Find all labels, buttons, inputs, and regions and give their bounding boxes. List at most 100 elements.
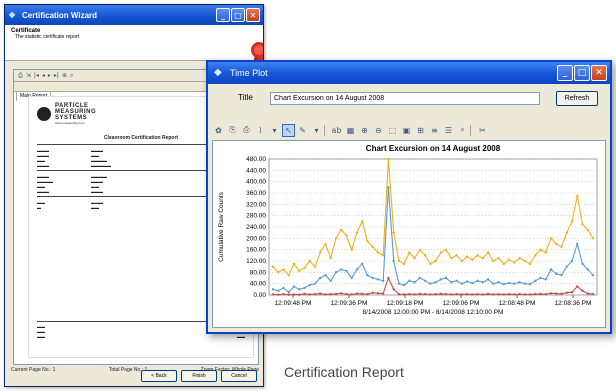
image-icon[interactable]: ▣ <box>400 124 413 137</box>
zoom-icon[interactable]: ⊕ <box>62 72 67 79</box>
select-icon[interactable]: ⬚ <box>386 124 399 137</box>
y-tick-label: 80.00 <box>250 269 267 276</box>
series-1-point <box>534 254 537 257</box>
series-2-point <box>439 278 443 281</box>
series-2-point <box>392 259 395 263</box>
series-1-point <box>497 256 500 260</box>
series-1-point <box>450 256 453 260</box>
print-icon[interactable]: ⎙ <box>18 72 23 80</box>
series-1-point <box>366 239 369 243</box>
y-tick-label: 240.00 <box>246 224 266 231</box>
tools-icon[interactable]: ✂ <box>476 124 489 137</box>
chart-title-input[interactable] <box>270 92 540 105</box>
dropdown-arrow-icon[interactable]: ▾ <box>268 124 281 137</box>
maximize-icon[interactable]: □ <box>574 65 590 81</box>
maximize-icon[interactable]: □ <box>231 8 245 22</box>
zoom-in-icon[interactable]: ⊕ <box>358 124 371 137</box>
series-3-point <box>366 292 369 296</box>
series-2-point <box>366 273 369 277</box>
series-2-point <box>334 271 338 274</box>
refresh-button[interactable]: Refresh <box>556 91 598 106</box>
series-2-point <box>460 282 464 285</box>
series-3-point <box>528 293 532 296</box>
series-3-point <box>439 292 443 296</box>
series-1-point <box>513 261 516 264</box>
back-button[interactable]: < Back <box>141 370 177 382</box>
x-range-label: 8/14/2008 12:00:00 PM - 8/14/2008 12:10:… <box>363 309 504 316</box>
series-3-point <box>465 292 469 296</box>
last-page-icon[interactable]: ▸| <box>54 72 59 79</box>
series-3-point <box>523 293 527 296</box>
finish-button[interactable]: Finish <box>181 370 217 382</box>
series-2-point <box>376 278 380 281</box>
series-2-point <box>413 281 416 284</box>
time-plot-title-bar[interactable]: ◆ Time Plot <box>208 62 610 84</box>
first-page-icon[interactable]: |◂ <box>34 72 39 79</box>
chart-title-row: Title Refresh <box>208 90 610 108</box>
export-icon[interactable]: ⇲ <box>26 72 31 79</box>
company-website: www.pmeasuring.com <box>55 121 85 125</box>
series-3-point <box>324 293 327 296</box>
series-1-point <box>565 231 568 234</box>
search-icon[interactable]: ⌕ <box>456 124 469 137</box>
logo-mark-icon <box>37 107 51 121</box>
series-2-point <box>324 273 327 277</box>
dropdown-arrow-icon[interactable]: ▾ <box>310 124 323 137</box>
prev-page-icon[interactable]: ◂ <box>42 72 45 79</box>
series-2-point <box>544 278 547 281</box>
legend-icon[interactable]: ≡ <box>428 124 441 137</box>
series-3-point <box>591 292 595 296</box>
x-tick-label: 12:09:36 PM <box>331 300 368 307</box>
properties-icon[interactable]: ☰ <box>442 124 455 137</box>
x-tick-label: 12:09:18 PM <box>387 300 424 307</box>
series-1-point <box>277 271 280 274</box>
series-3-point <box>497 292 500 296</box>
series-3-point <box>507 292 511 296</box>
time-plot-title: Time Plot <box>230 68 268 78</box>
series-3-point <box>544 292 547 296</box>
series-3-point <box>492 293 495 296</box>
series-1-point <box>355 231 359 234</box>
next-page-icon[interactable]: ▸ <box>48 72 51 79</box>
caption-text: Certification Report <box>284 364 404 380</box>
text-icon[interactable]: ab <box>330 124 343 137</box>
series-2-point <box>355 268 359 271</box>
series-1-point <box>460 259 464 263</box>
chart-type-icon[interactable]: ⌇ <box>254 124 267 137</box>
series-1-point <box>476 254 479 257</box>
series-1-point <box>402 262 406 266</box>
series-2-point <box>339 268 343 271</box>
close-icon[interactable]: ✕ <box>246 8 260 22</box>
series-3-point <box>329 292 332 296</box>
x-tick-label: 12:08:36 PM <box>555 300 592 307</box>
y-tick-label: 360.00 <box>246 190 266 197</box>
series-1-point <box>408 251 411 254</box>
palette-icon[interactable]: ✿ <box>212 124 225 137</box>
chart-title: Chart Excursion on 14 August 2008 <box>366 144 501 153</box>
series-3-point <box>298 293 301 296</box>
zoom-out-icon[interactable]: ⊖ <box>372 124 385 137</box>
series-2-point <box>450 281 453 284</box>
series-1-point <box>581 222 584 226</box>
close-icon[interactable]: ✕ <box>591 65 607 81</box>
series-2-point <box>402 283 406 287</box>
series-1-point <box>313 265 317 268</box>
copy-icon[interactable]: ⎘ <box>226 124 239 137</box>
series-2-point <box>560 273 563 277</box>
pen-icon[interactable]: ✎ <box>296 124 309 137</box>
app-icon: ◆ <box>9 10 16 19</box>
minimize-icon[interactable]: _ <box>216 8 230 22</box>
find-icon[interactable]: ⌕ <box>70 72 73 80</box>
series-2-point <box>502 283 506 286</box>
series-2-point <box>523 282 527 285</box>
y-tick-label: 40.00 <box>250 281 267 288</box>
minimize-icon[interactable]: _ <box>557 65 573 81</box>
pointer-icon[interactable]: ↖ <box>282 123 295 137</box>
cancel-button[interactable]: Cancel <box>221 370 257 382</box>
series-1-point <box>591 237 595 240</box>
x-tick-label: 12:08:48 PM <box>499 300 536 307</box>
print-icon[interactable]: ⎙ <box>240 124 253 137</box>
axis-icon[interactable]: ⊞ <box>414 124 427 137</box>
grid-icon[interactable]: ▦ <box>344 124 357 137</box>
series-3-point <box>319 292 322 295</box>
